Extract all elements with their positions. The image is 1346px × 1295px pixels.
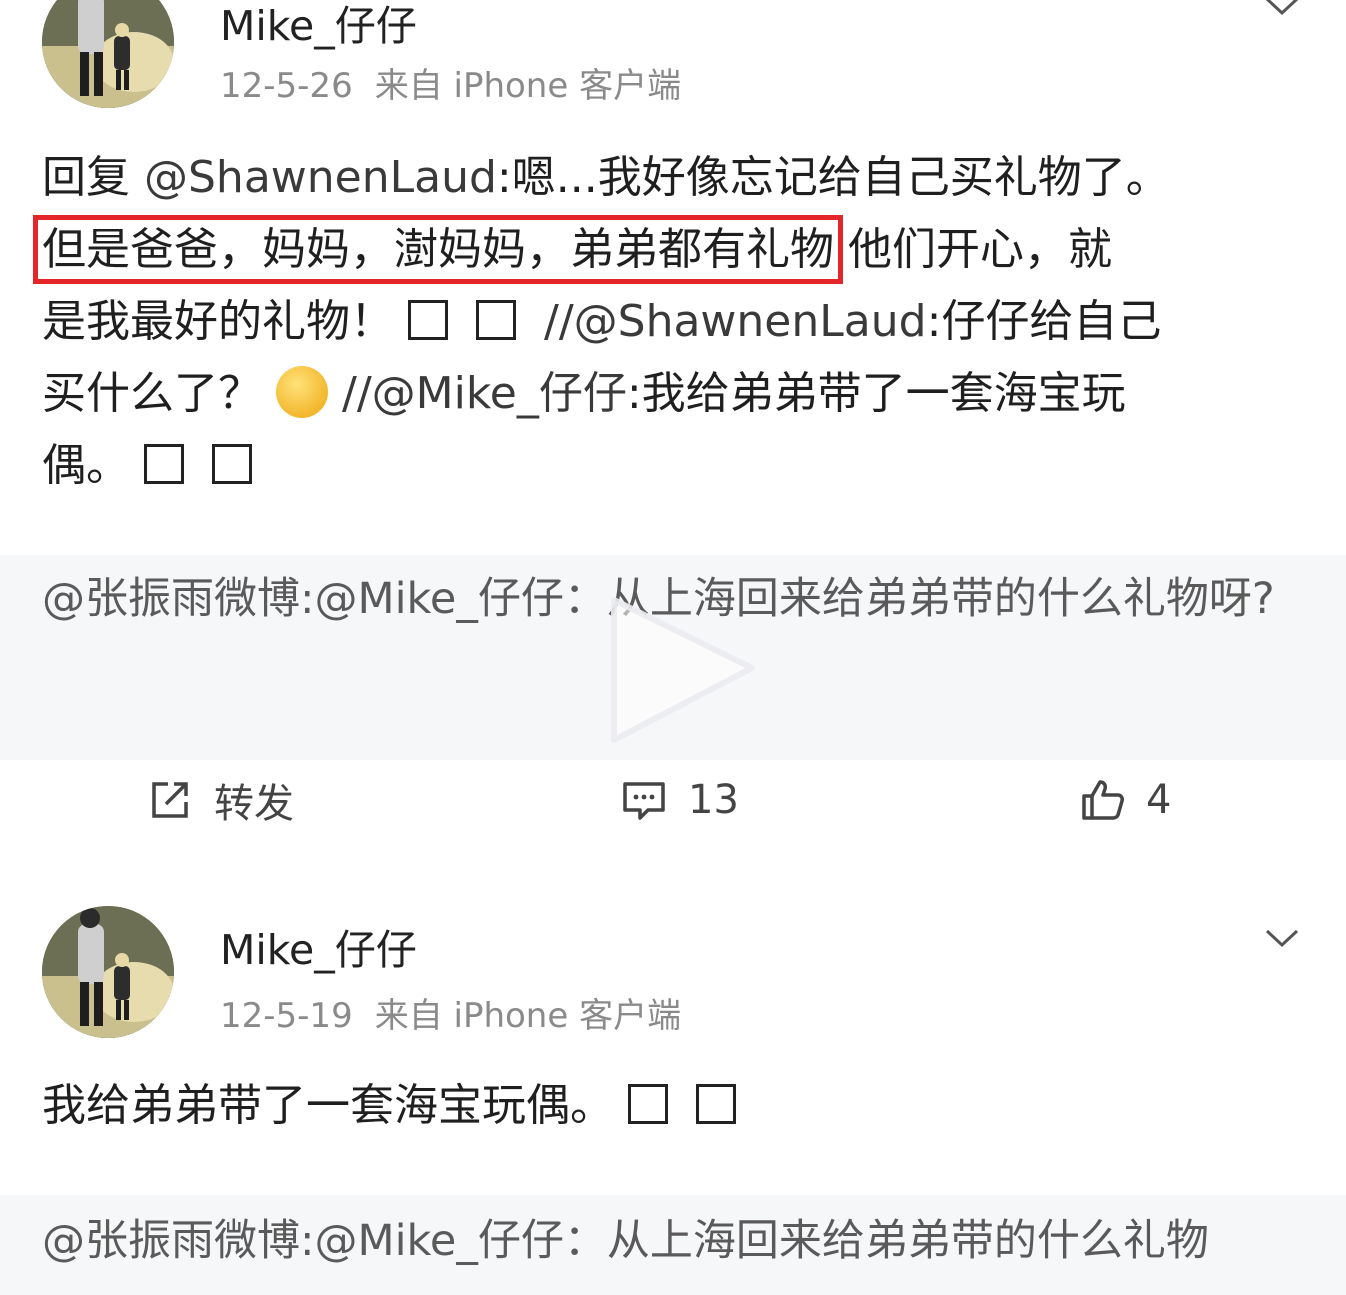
reply-prefix: 回复: [42, 152, 144, 203]
body-text-segment: 我给弟弟带了一套海宝玩偶。: [42, 1080, 614, 1131]
post-line-1: 回复 @ShawnenLaud:嗯...我好像忘记给自己买礼物了。: [42, 142, 1312, 214]
comment-button[interactable]: 13: [620, 770, 739, 830]
post-date: 12-5-19: [220, 996, 353, 1036]
post-date: 12-5-26: [220, 66, 353, 106]
post-body: 回复 @ShawnenLaud:嗯...我好像忘记给自己买礼物了。 但是爸爸，妈…: [33, 142, 1312, 502]
mention-link[interactable]: //@ShawnenLaud: [544, 296, 927, 347]
username[interactable]: Mike_仔仔: [220, 916, 417, 976]
emoji-icon: [276, 366, 328, 418]
missing-glyph-icon: [628, 1084, 668, 1124]
repost-button[interactable]: 转发: [146, 770, 294, 830]
missing-glyph-icon: [408, 300, 448, 340]
avatar-photo: [42, 906, 174, 1038]
body-text-segment: 是我最好的礼物！: [42, 296, 394, 347]
body-text-segment: :我给弟弟带了一套海宝玩: [626, 368, 1126, 419]
post-line-3: 是我最好的礼物！ //@ShawnenLaud:仔仔给自己: [42, 286, 1312, 358]
avatar[interactable]: [42, 0, 174, 108]
body-text-segment: 偶。: [42, 440, 130, 491]
missing-glyph-icon: [476, 300, 516, 340]
post-line-2: 但是爸爸，妈妈，澍妈妈，弟弟都有礼物 他们开心，就: [33, 214, 1312, 286]
body-text-segment: 买什么了？: [42, 368, 262, 419]
missing-glyph-icon: [212, 444, 252, 484]
repost-label: 转发: [214, 781, 294, 827]
post-line-4: 买什么了？ //@Mike_仔仔:我给弟弟带了一套海宝玩: [42, 358, 1312, 430]
post-source: 来自 iPhone 客户端: [374, 66, 682, 106]
post-meta: 12-5-26 来自 iPhone 客户端: [220, 58, 681, 107]
highlighted-text: 但是爸爸，妈妈，澍妈妈，弟弟都有礼物: [33, 215, 843, 284]
quoted-comment-text: @张振雨微博:@Mike_仔仔：从上海回来给弟弟带的什么礼物: [42, 1216, 1209, 1266]
post-body: 我给弟弟带了一套海宝玩偶。: [42, 1070, 1312, 1142]
post-line-1: 我给弟弟带了一套海宝玩偶。: [42, 1070, 1312, 1142]
quoted-comment[interactable]: @张振雨微博:@Mike_仔仔：从上海回来给弟弟带的什么礼物: [0, 1195, 1346, 1295]
like-count: 4: [1146, 777, 1172, 823]
post-meta: 12-5-19 来自 iPhone 客户端: [220, 988, 681, 1037]
missing-glyph-icon: [696, 1084, 736, 1124]
mention-link[interactable]: @ShawnenLaud: [144, 152, 497, 203]
repost-icon: [152, 782, 188, 818]
play-icon[interactable]: [592, 580, 772, 760]
action-bar: 转发 13 4: [0, 770, 1346, 830]
comment-icon: [623, 782, 665, 820]
like-icon: [1082, 780, 1124, 820]
comment-count: 13: [688, 777, 739, 823]
like-button[interactable]: 4: [1078, 770, 1171, 830]
post-source: 来自 iPhone 客户端: [374, 996, 682, 1036]
username[interactable]: Mike_仔仔: [220, 0, 417, 52]
avatar-photo: [42, 0, 174, 108]
body-text-segment: :仔仔给自己: [926, 296, 1162, 347]
chevron-down-icon[interactable]: [1264, 926, 1300, 950]
post-line-5: 偶。: [42, 430, 1312, 502]
avatar[interactable]: [42, 906, 174, 1038]
body-text-segment: :嗯...我好像忘记给自己买礼物了。: [496, 152, 1170, 203]
body-text-segment: 他们开心，就: [834, 224, 1112, 275]
mention-link[interactable]: //@Mike_仔仔: [342, 368, 627, 419]
missing-glyph-icon: [144, 444, 184, 484]
chevron-down-icon[interactable]: [1264, 0, 1300, 18]
